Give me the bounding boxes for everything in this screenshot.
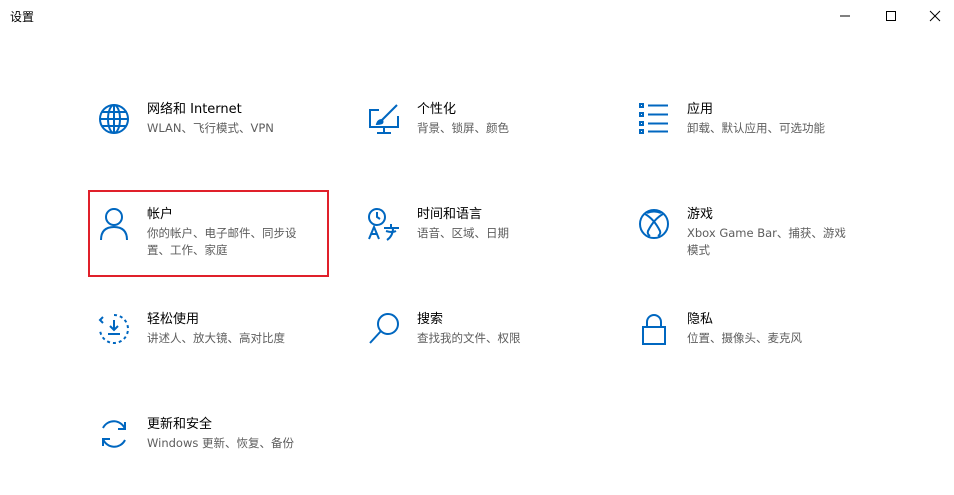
search-icon <box>366 311 402 347</box>
tile-description: Xbox Game Bar、捕获、游戏模式 <box>687 226 846 257</box>
tile-description: 语音、区域、日期 <box>417 226 509 240</box>
title-bar: 设置 <box>0 0 954 32</box>
tile-title: 个性化 <box>417 102 457 117</box>
tile-description: Windows 更新、恢复、备份 <box>147 436 294 450</box>
ease-of-access-icon <box>96 311 132 347</box>
apps-list-icon <box>636 101 672 137</box>
sync-icon <box>96 416 132 452</box>
tile-description: 位置、摄像头、麦克风 <box>687 331 802 345</box>
window-title: 设置 <box>10 10 35 24</box>
tile-title: 网络和 Internet <box>147 102 242 117</box>
tile-time-language[interactable]: 时间和语言 语音、区域、日期 <box>366 206 606 286</box>
tile-privacy[interactable]: 隐私 位置、摄像头、麦克风 <box>636 311 876 391</box>
tile-network-internet[interactable]: 网络和 Internet WLAN、飞行模式、VPN <box>96 101 336 181</box>
time-language-icon <box>366 206 402 242</box>
tile-title: 搜索 <box>417 312 444 327</box>
tile-description: 你的帐户、电子邮件、同步设置、工作、家庭 <box>147 226 297 257</box>
tile-title: 游戏 <box>687 207 714 222</box>
tile-personalization[interactable]: 个性化 背景、锁屏、颜色 <box>366 101 606 181</box>
tile-description: WLAN、飞行模式、VPN <box>147 121 274 135</box>
xbox-icon <box>636 206 672 242</box>
minimize-icon <box>840 15 850 17</box>
tile-title: 轻松使用 <box>147 312 200 327</box>
maximize-button[interactable] <box>868 0 914 32</box>
tile-description: 卸载、默认应用、可选功能 <box>687 121 825 135</box>
person-icon <box>96 206 132 242</box>
tile-ease-of-access[interactable]: 轻松使用 讲述人、放大镜、高对比度 <box>96 311 336 391</box>
tile-title: 更新和安全 <box>147 417 213 432</box>
tile-description: 背景、锁屏、颜色 <box>417 121 509 135</box>
minimize-button[interactable] <box>822 0 868 32</box>
tile-title: 隐私 <box>687 312 714 327</box>
tile-title: 时间和语言 <box>417 207 483 222</box>
tile-description: 查找我的文件、权限 <box>417 331 521 345</box>
settings-window: 设置 网络和 Internet WLAN、飞行模式、VPN 个性化 背景、锁屏、… <box>0 0 954 495</box>
tile-gaming[interactable]: 游戏 Xbox Game Bar、捕获、游戏模式 <box>636 206 876 286</box>
tile-title: 应用 <box>687 102 714 117</box>
globe-icon <box>96 101 132 137</box>
lock-icon <box>636 311 672 347</box>
tile-description: 讲述人、放大镜、高对比度 <box>147 331 285 345</box>
tile-accounts[interactable]: 帐户 你的帐户、电子邮件、同步设置、工作、家庭 <box>96 206 336 286</box>
tile-search[interactable]: 搜索 查找我的文件、权限 <box>366 311 606 391</box>
tile-update-security[interactable]: 更新和安全 Windows 更新、恢复、备份 <box>96 416 336 495</box>
maximize-icon <box>886 11 896 21</box>
close-button[interactable] <box>912 0 954 32</box>
tile-apps[interactable]: 应用 卸载、默认应用、可选功能 <box>636 101 876 181</box>
paintbrush-monitor-icon <box>366 101 402 137</box>
close-icon <box>929 10 941 22</box>
tile-title: 帐户 <box>147 207 174 222</box>
